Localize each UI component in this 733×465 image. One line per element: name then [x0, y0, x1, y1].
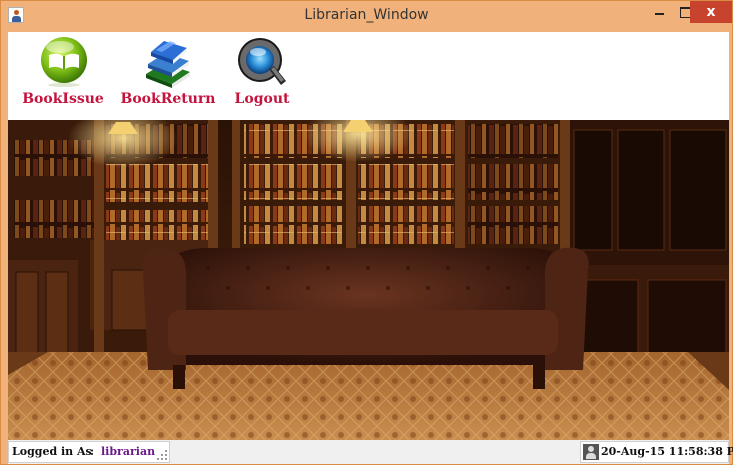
- book-issue-label: BookIssue: [22, 91, 104, 107]
- datetime-value: 20-Aug-15 11:58:38 PM: [601, 445, 733, 458]
- book-issue-button[interactable]: BookIssue: [20, 32, 106, 120]
- logout-label: Logout: [234, 91, 290, 107]
- logged-in-label: Logged in As: [12, 445, 92, 458]
- book-return-label: BookReturn: [120, 91, 216, 107]
- username-value: librarian: [101, 445, 156, 458]
- librarian-window: Librarian_Window x BookIssue BookReturn …: [0, 0, 733, 465]
- minimize-button[interactable]: [646, 1, 672, 23]
- logged-in-separator: :: [90, 445, 95, 458]
- resize-grip-icon[interactable]: [157, 450, 167, 460]
- stacked-books-icon: [142, 36, 194, 88]
- status-bar: Logged in As : librarian 20-Aug-15 11:58…: [8, 440, 733, 464]
- book-return-button[interactable]: BookReturn: [120, 32, 216, 120]
- close-icon: x: [706, 4, 716, 20]
- logged-in-panel: Logged in As : librarian: [8, 441, 170, 463]
- close-button[interactable]: x: [690, 1, 732, 23]
- datetime-panel: 20-Aug-15 11:58:38 PM: [580, 441, 733, 463]
- title-bar[interactable]: Librarian_Window x: [1, 1, 732, 31]
- green-book-icon: [38, 36, 90, 88]
- quicktime-q-icon: [236, 36, 288, 88]
- user-photo-icon: [583, 444, 599, 460]
- toolbar: BookIssue BookReturn Logout: [8, 32, 729, 120]
- library-background-image: [8, 120, 729, 440]
- window-title: Librarian_Window: [304, 7, 429, 23]
- logout-button[interactable]: Logout: [230, 32, 294, 120]
